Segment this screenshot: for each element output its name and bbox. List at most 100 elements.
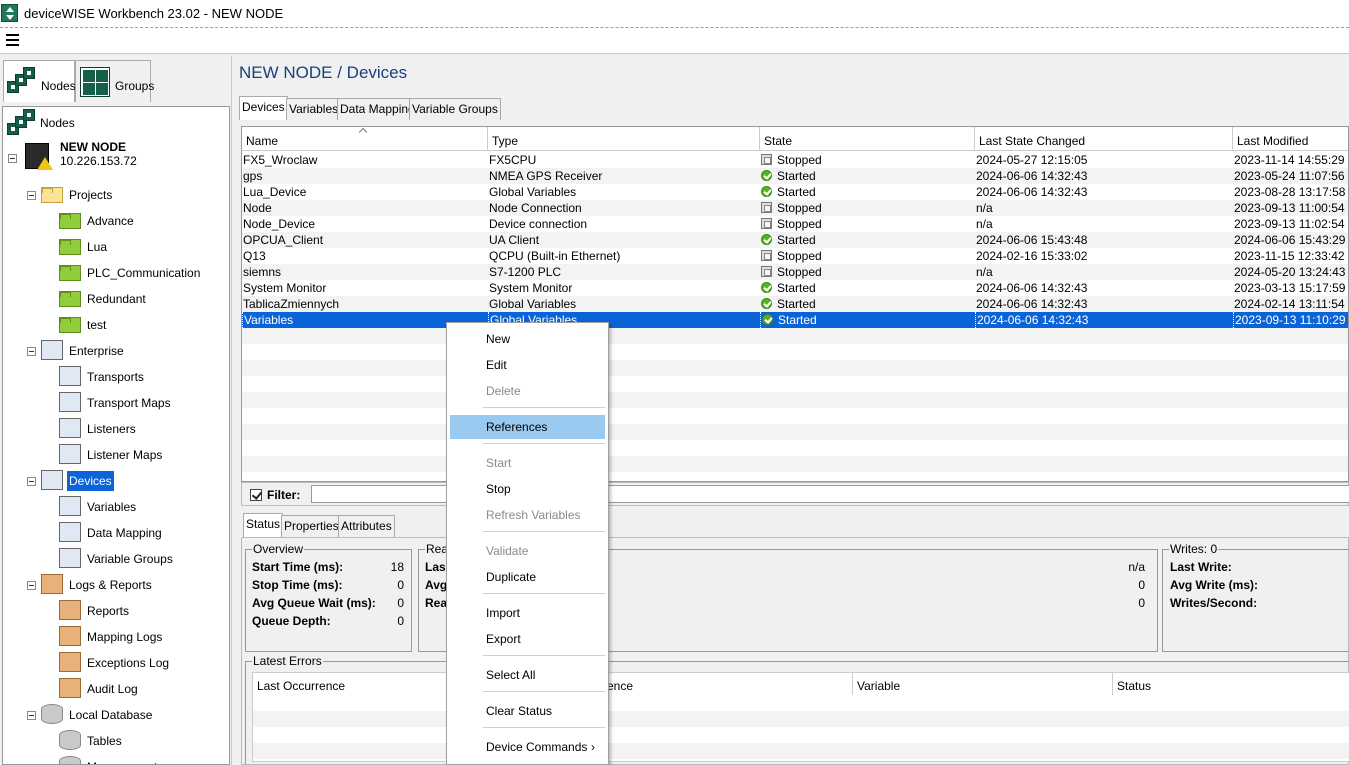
tree-item-label: Redundant (87, 292, 146, 306)
tree-item-audit-log[interactable]: Audit Log (3, 677, 229, 701)
tree-item-transports[interactable]: Transports (3, 365, 229, 389)
tab-nodes[interactable]: Nodes (3, 60, 76, 102)
menu-item-new[interactable]: New (450, 327, 605, 351)
column-header-occurrence[interactable]: ence (603, 673, 853, 695)
filter-bar: Filter: (241, 482, 1349, 506)
menu-item-device-commands[interactable]: Device Commands › (450, 735, 605, 759)
table-row[interactable]: gps NMEA GPS Receiver Started 2024-06-06 14… (242, 168, 1348, 184)
cell-modified: 2023-05-24 11:07:56 (1234, 169, 1345, 183)
data-mapping-icon (59, 522, 81, 542)
tree-item-mapping-logs[interactable]: Mapping Logs (3, 625, 229, 649)
tab-variables[interactable]: Variables (286, 98, 342, 120)
tree-item-label: Transports (87, 370, 144, 384)
writes-group: Writes: 0 Last Write: Avg Write (ms): Writ… (1162, 542, 1349, 652)
menu-item-stop[interactable]: Stop (450, 477, 605, 501)
collapse-toggle-icon[interactable] (27, 191, 36, 200)
sort-ascending-icon (360, 129, 368, 134)
column-header-status[interactable]: Status (1113, 673, 1349, 695)
table-row[interactable]: System Monitor System Monitor Started 2024-… (242, 280, 1348, 296)
cell-type: QCPU (Built-in Ethernet) (489, 249, 621, 263)
tree-item-variables[interactable]: Variables (3, 495, 229, 519)
column-header-type[interactable]: Type (488, 127, 760, 151)
tree-item-test[interactable]: test (3, 313, 229, 337)
cell-changed: n/a (976, 265, 993, 279)
table-row[interactable]: Node_Device Device connection Stopped n/a 20… (242, 216, 1348, 232)
tree-item-tables[interactable]: Tables (3, 729, 229, 753)
column-header-state[interactable]: State (760, 127, 975, 151)
node-address: 10.226.153.72 (60, 154, 137, 168)
started-check-icon (761, 282, 772, 293)
collapse-toggle-icon[interactable] (27, 581, 36, 590)
column-header-variable[interactable]: Variable (853, 673, 1113, 695)
menu-item-import[interactable]: Import (450, 601, 605, 625)
tree-item-projects[interactable]: Projects (3, 183, 229, 207)
table-row[interactable]: TablicaZmiennych Global Variables Started 2… (242, 296, 1348, 312)
menu-item-references[interactable]: References (450, 415, 605, 439)
tree-item-management[interactable]: Management (3, 755, 229, 764)
tree-item-enterprise[interactable]: Enterprise (3, 339, 229, 363)
column-header-last-modified[interactable]: Last Modified (1233, 127, 1348, 151)
collapse-toggle-icon[interactable] (27, 477, 36, 486)
tree-item-variable-groups[interactable]: Variable Groups (3, 547, 229, 571)
cell-changed: 2024-02-16 15:33:02 (976, 249, 1088, 263)
table-row[interactable]: OPCUA_Client UA Client Started 2024-06-06 1… (242, 232, 1348, 248)
filter-checkbox[interactable] (250, 489, 262, 501)
report-icon (59, 626, 81, 646)
menu-item-start[interactable]: Start (450, 451, 605, 475)
cell-changed: 2024-05-27 12:15:05 (976, 153, 1088, 167)
tab-properties[interactable]: Properties (281, 515, 342, 537)
tab-groups[interactable]: Groups (75, 60, 154, 102)
tree-item-label: Projects (69, 188, 113, 202)
menu-item-delete[interactable]: Delete (450, 379, 605, 403)
tree-item-logs-reports[interactable]: Logs & Reports (3, 573, 229, 597)
menu-item-clear-status[interactable]: Clear Status (450, 699, 605, 723)
table-row[interactable]: Variables Global Variables Started 2024-06-… (242, 312, 1348, 328)
tab-attributes[interactable]: Attributes (338, 515, 395, 537)
tree-item-devices[interactable]: Devices (3, 469, 229, 493)
collapse-toggle-icon[interactable] (8, 154, 17, 163)
cell-name: Node_Device (243, 217, 316, 231)
tab-variable-groups[interactable]: Variable Groups (409, 98, 501, 120)
collapse-toggle-icon[interactable] (27, 711, 36, 720)
cell-modified: 2023-09-13 11:10:29 (1233, 312, 1348, 328)
cell-type: NMEA GPS Receiver (489, 169, 603, 183)
started-check-icon (761, 234, 772, 245)
hamburger-menu-icon[interactable] (6, 33, 20, 47)
latest-errors-group: Latest Errors Last Occurrence ence Varia… (245, 654, 1349, 765)
tree-item-listener-maps[interactable]: Listener Maps (3, 443, 229, 467)
menu-item-validate[interactable]: Validate (450, 539, 605, 563)
tree-item-transport-maps[interactable]: Transport Maps (3, 391, 229, 415)
table-row[interactable]: siemns S7-1200 PLC Stopped n/a 2024-05-20 13… (242, 264, 1348, 280)
tree-item-data-mapping[interactable]: Data Mapping (3, 521, 229, 545)
enterprise-icon (41, 340, 63, 360)
table-row[interactable]: Lua_Device Global Variables Started 2024-06… (242, 184, 1348, 200)
tree-node-new-node[interactable]: NEW NODE 10.226.153.72 (5, 139, 225, 175)
tab-data-mapping[interactable]: Data Mapping (337, 98, 418, 120)
tree-item-listeners[interactable]: Listeners (3, 417, 229, 441)
tree-item-local-database[interactable]: Local Database (3, 703, 229, 727)
tree-root-nodes[interactable]: Nodes (5, 109, 205, 137)
cell-state: Started (760, 312, 975, 328)
tree-item-exceptions-log[interactable]: Exceptions Log (3, 651, 229, 675)
table-row[interactable]: Node Node Connection Stopped n/a 2023-09-13 … (242, 200, 1348, 216)
menu-item-refresh-variables[interactable]: Refresh Variables (450, 503, 605, 527)
tree-item-lua[interactable]: Lua (3, 235, 229, 259)
collapse-toggle-icon[interactable] (27, 347, 36, 356)
cell-modified: 2024-05-20 13:24:43 (1234, 265, 1346, 279)
table-row[interactable]: Q13 QCPU (Built-in Ethernet) Stopped 2024-0… (242, 248, 1348, 264)
variable-groups-icon (59, 548, 81, 568)
menu-item-select-all[interactable]: Select All (450, 663, 605, 687)
tree-item-redundant[interactable]: Redundant (3, 287, 229, 311)
menu-item-duplicate[interactable]: Duplicate (450, 565, 605, 589)
column-header-name[interactable]: Name (242, 127, 488, 151)
tree-item-plc-communication[interactable]: PLC_Communication (3, 261, 229, 285)
tree-item-advance[interactable]: Advance (3, 209, 229, 233)
tab-devices[interactable]: Devices (239, 96, 288, 120)
tree-item-reports[interactable]: Reports (3, 599, 229, 623)
column-header-last-state-changed[interactable]: Last State Changed (975, 127, 1233, 151)
table-row[interactable]: FX5_Wroclaw FX5CPU Stopped 2024-05-27 12:15… (242, 152, 1348, 168)
menu-item-edit[interactable]: Edit (450, 353, 605, 377)
tab-status[interactable]: Status (243, 513, 284, 537)
column-header-last-occurrence[interactable]: Last Occurrence (253, 673, 453, 695)
menu-item-export[interactable]: Export (450, 627, 605, 651)
